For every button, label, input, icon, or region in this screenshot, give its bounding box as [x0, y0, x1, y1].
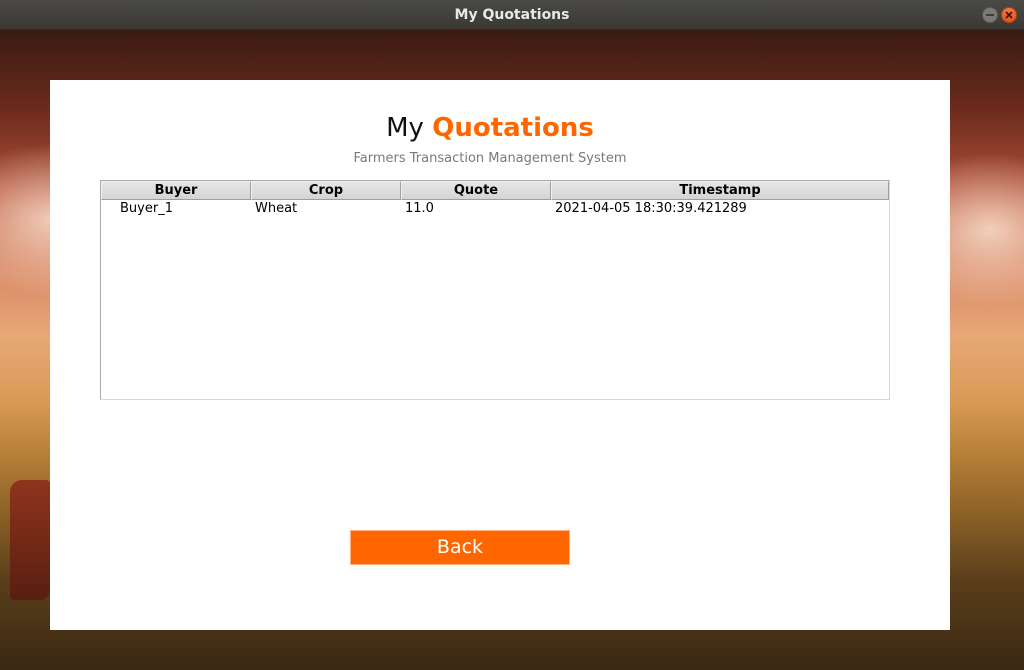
close-icon[interactable]	[1001, 7, 1017, 23]
column-header-crop[interactable]: Crop	[251, 181, 401, 200]
page-title: My Quotations	[50, 110, 930, 146]
title-bar: My Quotations	[0, 0, 1024, 30]
minimize-icon[interactable]	[982, 7, 998, 23]
back-button[interactable]: Back	[350, 530, 570, 565]
column-header-timestamp[interactable]: Timestamp	[551, 181, 889, 200]
page-title-accent: Quotations	[432, 113, 594, 143]
table-row[interactable]: Buyer_1 Wheat 11.0 2021-04-05 18:30:39.4…	[101, 200, 889, 220]
background-figure	[10, 480, 50, 600]
cell-crop: Wheat	[255, 201, 298, 216]
column-header-quote[interactable]: Quote	[401, 181, 551, 200]
app-window: My Quotations My Quotations Farmers Tran…	[0, 0, 1024, 670]
cell-timestamp: 2021-04-05 18:30:39.421289	[555, 201, 747, 216]
table-header: Buyer Crop Quote Timestamp	[101, 181, 889, 200]
column-header-buyer[interactable]: Buyer	[101, 181, 251, 200]
page-title-prefix: My	[386, 113, 424, 143]
window-title: My Quotations	[454, 7, 570, 23]
page-subtitle: Farmers Transaction Management System	[353, 151, 627, 166]
cell-quote: 11.0	[405, 201, 434, 216]
cell-buyer: Buyer_1	[120, 201, 173, 216]
content-panel: My Quotations Farmers Transaction Manage…	[50, 80, 950, 630]
quotations-table[interactable]: Buyer Crop Quote Timestamp Buyer_1 Wheat…	[100, 180, 890, 400]
